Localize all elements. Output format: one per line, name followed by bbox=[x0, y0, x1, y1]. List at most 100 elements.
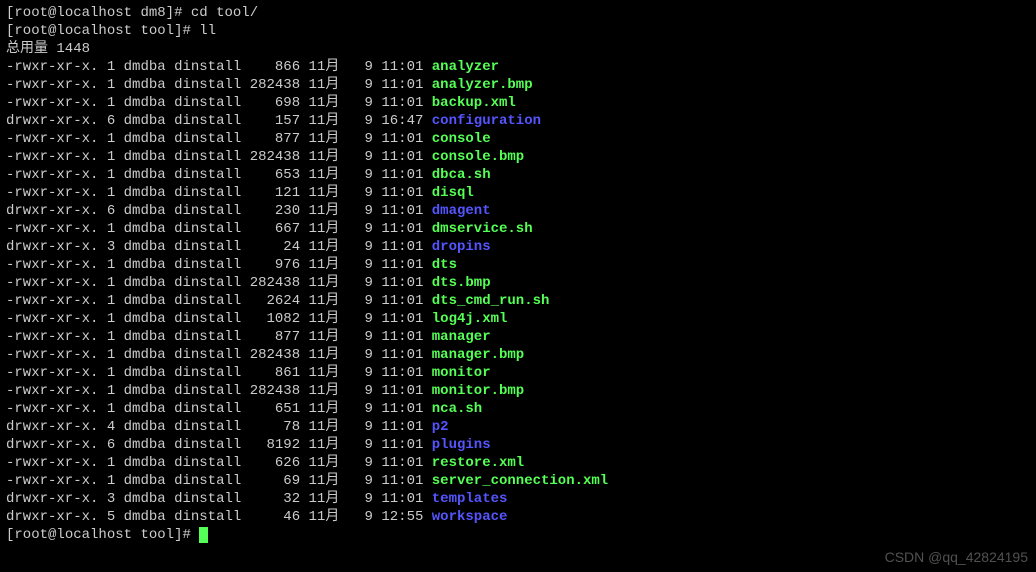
file-day: 9 bbox=[356, 293, 373, 309]
list-item: -rwxr-xr-x. 1 dmdba dinstall 1082 11月 9 … bbox=[6, 310, 1030, 328]
file-perms: -rwxr-xr-x. bbox=[6, 76, 98, 94]
list-item: drwxr-xr-x. 6 dmdba dinstall 8192 11月 9 … bbox=[6, 436, 1030, 454]
file-name: dmservice.sh bbox=[432, 221, 533, 237]
list-item: -rwxr-xr-x. 1 dmdba dinstall 653 11月 9 1… bbox=[6, 166, 1030, 184]
file-perms: drwxr-xr-x. bbox=[6, 238, 98, 256]
file-links: 1 bbox=[107, 473, 115, 489]
list-item: drwxr-xr-x. 3 dmdba dinstall 32 11月 9 11… bbox=[6, 490, 1030, 508]
file-group: dinstall bbox=[174, 455, 241, 471]
prompt-cwd: tool bbox=[140, 23, 174, 39]
list-item: -rwxr-xr-x. 1 dmdba dinstall 2624 11月 9 … bbox=[6, 292, 1030, 310]
file-day: 9 bbox=[356, 203, 373, 219]
list-item: -rwxr-xr-x. 1 dmdba dinstall 282438 11月 … bbox=[6, 346, 1030, 364]
file-links: 1 bbox=[107, 59, 115, 75]
file-group: dinstall bbox=[174, 167, 241, 183]
file-size: 282438 bbox=[250, 275, 300, 291]
list-item: -rwxr-xr-x. 1 dmdba dinstall 866 11月 9 1… bbox=[6, 58, 1030, 76]
file-size: 282438 bbox=[250, 77, 300, 93]
list-item: -rwxr-xr-x. 1 dmdba dinstall 861 11月 9 1… bbox=[6, 364, 1030, 382]
file-size: 24 bbox=[250, 239, 300, 255]
prompt-symbol: # bbox=[182, 527, 190, 543]
prompt-line-3[interactable]: [root@localhost tool]# bbox=[6, 526, 1030, 544]
file-day: 9 bbox=[356, 419, 373, 435]
file-links: 1 bbox=[107, 275, 115, 291]
file-owner: dmdba bbox=[124, 365, 166, 381]
file-perms: -rwxr-xr-x. bbox=[6, 400, 98, 418]
file-day: 9 bbox=[356, 131, 373, 147]
file-month: 11月 bbox=[309, 509, 340, 525]
file-day: 9 bbox=[356, 113, 373, 129]
file-month: 11月 bbox=[309, 473, 340, 489]
file-links: 6 bbox=[107, 203, 115, 219]
list-item: drwxr-xr-x. 5 dmdba dinstall 46 11月 9 12… bbox=[6, 508, 1030, 526]
file-month: 11月 bbox=[309, 77, 340, 93]
file-name: console bbox=[432, 131, 491, 147]
terminal-cursor[interactable] bbox=[199, 527, 208, 543]
file-links: 6 bbox=[107, 437, 115, 453]
file-group: dinstall bbox=[174, 221, 241, 237]
file-day: 9 bbox=[356, 77, 373, 93]
prompt-host: localhost bbox=[56, 527, 132, 543]
file-name: analyzer.bmp bbox=[432, 77, 533, 93]
file-time: 12:55 bbox=[381, 509, 423, 525]
file-group: dinstall bbox=[174, 59, 241, 75]
file-group: dinstall bbox=[174, 149, 241, 165]
file-day: 9 bbox=[356, 311, 373, 327]
file-group: dinstall bbox=[174, 419, 241, 435]
file-name: dts.bmp bbox=[432, 275, 491, 291]
file-name: monitor.bmp bbox=[432, 383, 524, 399]
file-group: dinstall bbox=[174, 257, 241, 273]
file-owner: dmdba bbox=[124, 113, 166, 129]
command-text: ll bbox=[199, 23, 216, 39]
file-links: 1 bbox=[107, 329, 115, 345]
file-month: 11月 bbox=[309, 167, 340, 183]
file-month: 11月 bbox=[309, 257, 340, 273]
prompt-cwd: tool bbox=[140, 527, 174, 543]
list-item: -rwxr-xr-x. 1 dmdba dinstall 877 11月 9 1… bbox=[6, 328, 1030, 346]
file-day: 9 bbox=[356, 221, 373, 237]
file-day: 9 bbox=[356, 437, 373, 453]
file-perms: -rwxr-xr-x. bbox=[6, 130, 98, 148]
file-month: 11月 bbox=[309, 311, 340, 327]
file-time: 16:47 bbox=[381, 113, 423, 129]
file-links: 1 bbox=[107, 149, 115, 165]
file-group: dinstall bbox=[174, 77, 241, 93]
list-item: -rwxr-xr-x. 1 dmdba dinstall 282438 11月 … bbox=[6, 148, 1030, 166]
file-size: 8192 bbox=[250, 437, 300, 453]
file-time: 11:01 bbox=[381, 455, 423, 471]
list-item: -rwxr-xr-x. 1 dmdba dinstall 121 11月 9 1… bbox=[6, 184, 1030, 202]
file-time: 11:01 bbox=[381, 275, 423, 291]
file-perms: -rwxr-xr-x. bbox=[6, 148, 98, 166]
file-perms: -rwxr-xr-x. bbox=[6, 454, 98, 472]
file-size: 32 bbox=[250, 491, 300, 507]
file-time: 11:01 bbox=[381, 419, 423, 435]
file-perms: -rwxr-xr-x. bbox=[6, 382, 98, 400]
file-time: 11:01 bbox=[381, 329, 423, 345]
file-perms: -rwxr-xr-x. bbox=[6, 292, 98, 310]
file-day: 9 bbox=[356, 491, 373, 507]
prompt-user: root bbox=[14, 527, 48, 543]
file-size: 121 bbox=[250, 185, 300, 201]
file-size: 667 bbox=[250, 221, 300, 237]
file-month: 11月 bbox=[309, 437, 340, 453]
prompt-user: root bbox=[14, 5, 48, 21]
file-time: 11:01 bbox=[381, 203, 423, 219]
file-size: 861 bbox=[250, 365, 300, 381]
file-group: dinstall bbox=[174, 491, 241, 507]
list-item: -rwxr-xr-x. 1 dmdba dinstall 667 11月 9 1… bbox=[6, 220, 1030, 238]
file-time: 11:01 bbox=[381, 257, 423, 273]
file-month: 11月 bbox=[309, 491, 340, 507]
file-name: console.bmp bbox=[432, 149, 524, 165]
file-time: 11:01 bbox=[381, 437, 423, 453]
file-name: dmagent bbox=[432, 203, 491, 219]
file-links: 3 bbox=[107, 491, 115, 507]
file-time: 11:01 bbox=[381, 311, 423, 327]
list-item: -rwxr-xr-x. 1 dmdba dinstall 69 11月 9 11… bbox=[6, 472, 1030, 490]
list-item: -rwxr-xr-x. 1 dmdba dinstall 877 11月 9 1… bbox=[6, 130, 1030, 148]
list-item: -rwxr-xr-x. 1 dmdba dinstall 976 11月 9 1… bbox=[6, 256, 1030, 274]
file-size: 282438 bbox=[250, 149, 300, 165]
list-item: -rwxr-xr-x. 1 dmdba dinstall 626 11月 9 1… bbox=[6, 454, 1030, 472]
file-name: log4j.xml bbox=[432, 311, 508, 327]
file-owner: dmdba bbox=[124, 77, 166, 93]
file-perms: -rwxr-xr-x. bbox=[6, 364, 98, 382]
